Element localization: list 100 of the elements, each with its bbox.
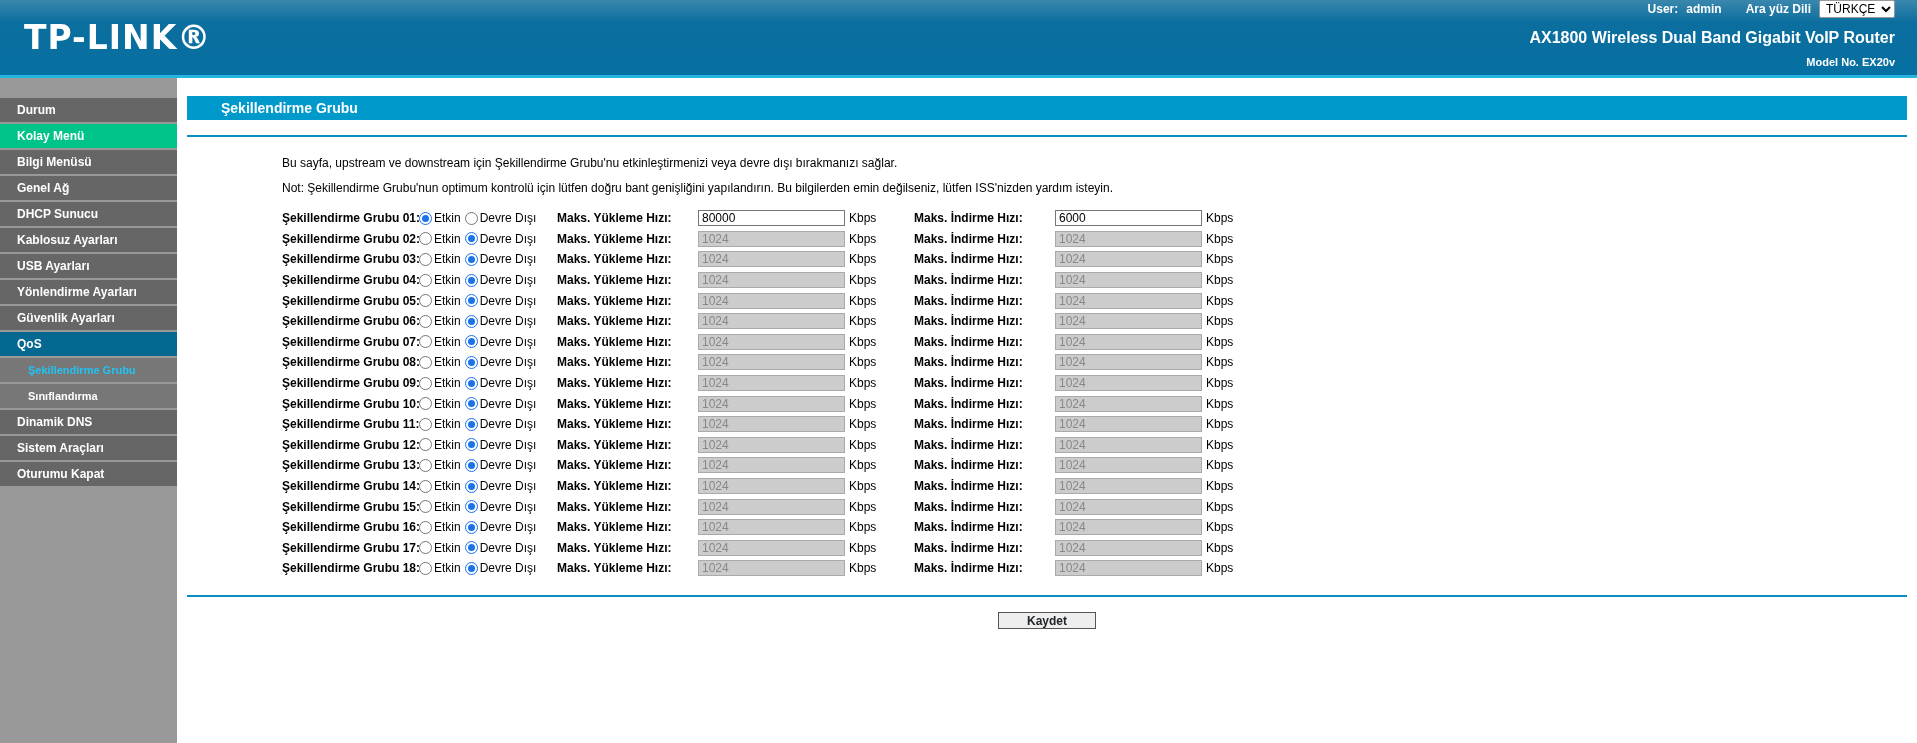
radio-button[interactable]	[419, 376, 432, 390]
radio-label[interactable]: Devre Dışı	[479, 250, 537, 269]
radio-label[interactable]: Devre Dışı	[479, 394, 537, 413]
radio-label[interactable]: Etkin	[434, 538, 461, 557]
input-field[interactable]: 80000	[698, 210, 845, 227]
radio-button[interactable]	[464, 253, 478, 266]
radio-label[interactable]: Devre Dışı	[479, 271, 537, 290]
radio-button[interactable]	[419, 458, 432, 472]
radio-button[interactable]	[419, 232, 432, 246]
sidebar-item[interactable]: Güvenlik Ayarları	[0, 306, 177, 332]
sidebar-item[interactable]: USB Ayarları	[0, 254, 177, 280]
radio-button[interactable]	[419, 561, 432, 575]
sidebar-subitem[interactable]: Sınıflandırma	[0, 384, 177, 410]
sidebar-item[interactable]: Durum	[0, 98, 177, 124]
radio-button[interactable]	[464, 561, 478, 575]
radio-button[interactable]	[464, 273, 478, 287]
radio-label[interactable]: Devre Dışı	[479, 353, 537, 372]
radio-button[interactable]	[464, 232, 478, 246]
save-button[interactable]: Kaydet	[998, 612, 1096, 629]
radio-label[interactable]: Etkin	[434, 332, 461, 351]
radio-button[interactable]	[419, 273, 432, 287]
group-label: Şekillendirme Grubu 16:	[282, 519, 419, 537]
unit-label: Kbps	[1205, 539, 1235, 557]
radio-button[interactable]	[464, 479, 478, 493]
radio-label[interactable]: Devre Dışı	[479, 291, 537, 310]
sidebar-item[interactable]: Kablosuz Ayarları	[0, 228, 177, 254]
radio-button[interactable]	[419, 520, 432, 534]
sidebar-item[interactable]: Sistem Araçları	[0, 436, 177, 462]
radio-label[interactable]: Etkin	[434, 456, 461, 475]
radio-label[interactable]: Devre Dışı	[479, 415, 537, 434]
radio-button[interactable]	[464, 335, 478, 349]
radio-label[interactable]: Devre Dışı	[479, 538, 537, 557]
radio-label[interactable]: Devre Dışı	[479, 456, 537, 475]
radio-button[interactable]	[464, 417, 478, 431]
sidebar-item[interactable]: QoS	[0, 332, 177, 358]
radio-label[interactable]: Etkin	[434, 353, 461, 372]
radio-label[interactable]: Etkin	[434, 415, 461, 434]
radio-button[interactable]	[419, 355, 432, 369]
radio-button[interactable]	[464, 541, 478, 555]
radio-label[interactable]: Etkin	[434, 229, 461, 248]
radio-button[interactable]	[419, 500, 432, 514]
radio-label[interactable]: Etkin	[434, 312, 461, 331]
radio-button[interactable]	[464, 355, 478, 369]
radio-label[interactable]: Devre Dışı	[479, 374, 537, 393]
radio-button[interactable]	[419, 417, 432, 431]
sidebar-item[interactable]: Yönlendirme Ayarları	[0, 280, 177, 306]
user-name: admin	[1686, 1, 1722, 18]
radio-label[interactable]: Devre Dışı	[479, 497, 537, 516]
radio-label[interactable]: Etkin	[434, 559, 461, 578]
radio-button[interactable]	[464, 500, 478, 514]
radio-label[interactable]: Devre Dışı	[479, 209, 537, 228]
radio-label[interactable]: Devre Dışı	[479, 518, 537, 537]
group-label: Şekillendirme Grubu 06:	[282, 313, 419, 331]
radio-button[interactable]	[464, 438, 478, 452]
radio-button[interactable]	[419, 541, 432, 555]
radio-button[interactable]	[419, 479, 432, 493]
radio-label[interactable]: Etkin	[434, 435, 461, 454]
radio-label[interactable]: Etkin	[434, 518, 461, 537]
radio-button[interactable]	[464, 458, 478, 472]
radio-label[interactable]: Etkin	[434, 250, 461, 269]
field-label: Maks. İndirme Hızı:	[914, 375, 1024, 393]
language-dropdown[interactable]: TÜRKÇE	[1819, 0, 1895, 18]
radio-label[interactable]: Etkin	[434, 477, 461, 495]
radio-label[interactable]: Devre Dışı	[479, 559, 537, 578]
radio-button[interactable]	[419, 211, 432, 225]
radio-button[interactable]	[464, 211, 478, 225]
radio-button[interactable]	[464, 520, 478, 534]
unit-label: Kbps	[848, 498, 878, 516]
group-label: Şekillendirme Grubu 05:	[282, 292, 419, 310]
radio-label[interactable]: Devre Dışı	[479, 477, 537, 495]
sidebar-item[interactable]: Oturumu Kapat	[0, 462, 177, 488]
radio-button[interactable]	[419, 253, 432, 266]
field-label: Maks. İndirme Hızı:	[914, 478, 1024, 495]
radio-button[interactable]	[419, 294, 432, 308]
radio-button[interactable]	[419, 314, 432, 328]
sidebar-item[interactable]: Genel Ağ	[0, 176, 177, 202]
group-label: Şekillendirme Grubu 09:	[282, 375, 419, 393]
unit-label: Kbps	[1205, 375, 1235, 393]
sidebar-item[interactable]: Dinamik DNS	[0, 410, 177, 436]
radio-button[interactable]	[464, 376, 478, 390]
input-field[interactable]: 6000	[1055, 210, 1202, 227]
radio-button[interactable]	[419, 397, 432, 411]
radio-label[interactable]: Devre Dışı	[479, 435, 537, 454]
radio-button[interactable]	[464, 314, 478, 328]
radio-label[interactable]: Devre Dışı	[479, 312, 537, 331]
radio-label[interactable]: Devre Dışı	[479, 332, 537, 351]
sidebar-item[interactable]: Bilgi Menüsü	[0, 150, 177, 176]
radio-label[interactable]: Etkin	[434, 374, 461, 393]
radio-label[interactable]: Etkin	[434, 291, 461, 310]
radio-button[interactable]	[419, 335, 432, 349]
radio-label[interactable]: Etkin	[434, 497, 461, 516]
radio-button[interactable]	[464, 294, 478, 308]
radio-label[interactable]: Devre Dışı	[479, 229, 537, 248]
radio-button[interactable]	[464, 397, 478, 411]
radio-label[interactable]: Etkin	[434, 394, 461, 413]
sidebar-item[interactable]: DHCP Sunucu	[0, 202, 177, 228]
radio-label[interactable]: Etkin	[434, 271, 461, 290]
radio-button[interactable]	[419, 438, 432, 452]
field-label: Maks. Yükleme Hızı:	[557, 333, 673, 351]
radio-label[interactable]: Etkin	[434, 209, 461, 228]
